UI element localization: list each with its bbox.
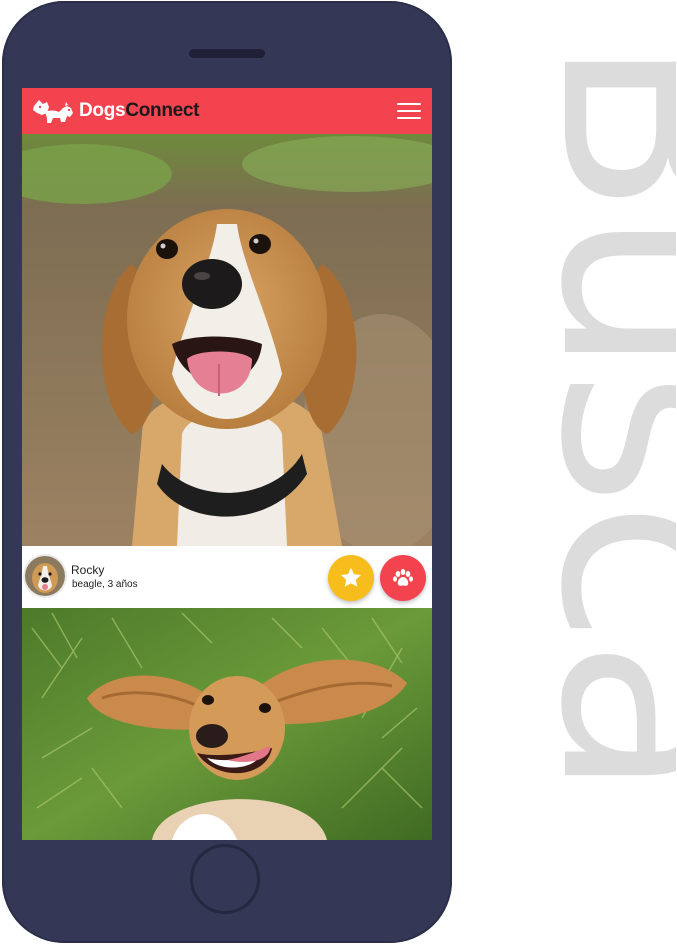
star-icon [341, 567, 361, 587]
avatar[interactable] [23, 554, 67, 598]
like-button[interactable] [380, 555, 426, 601]
dog-photo-beagle[interactable] [22, 134, 432, 546]
dog-breed-age: beagle, 3 años [72, 579, 138, 590]
app-header: DogsConnect [22, 88, 432, 134]
phone-frame: DogsConnect Rocky beagle, 3 años [2, 1, 452, 943]
hamburger-menu-icon[interactable] [397, 103, 421, 120]
dog-profile-bar: Rocky beagle, 3 años [22, 546, 432, 608]
dog-name: Rocky [71, 563, 105, 577]
home-button[interactable] [190, 844, 260, 914]
brand-name-part2: Connect [125, 100, 200, 121]
dog-photo-spaniel[interactable] [22, 608, 432, 840]
paw-icon [393, 569, 413, 586]
app-screen: DogsConnect Rocky beagle, 3 años [22, 88, 432, 840]
app-brand: DogsConnect [79, 100, 200, 122]
background-title: Busca [446, 0, 676, 946]
page: Busca DogsConnect Rocky beagle, 3 años [0, 0, 677, 946]
phone-speaker [189, 49, 265, 58]
favorite-button[interactable] [328, 555, 374, 601]
background-title-text: Busca [503, 36, 676, 793]
brand-name-part1: Dogs [79, 100, 126, 121]
dog-logo-icon [33, 100, 73, 123]
